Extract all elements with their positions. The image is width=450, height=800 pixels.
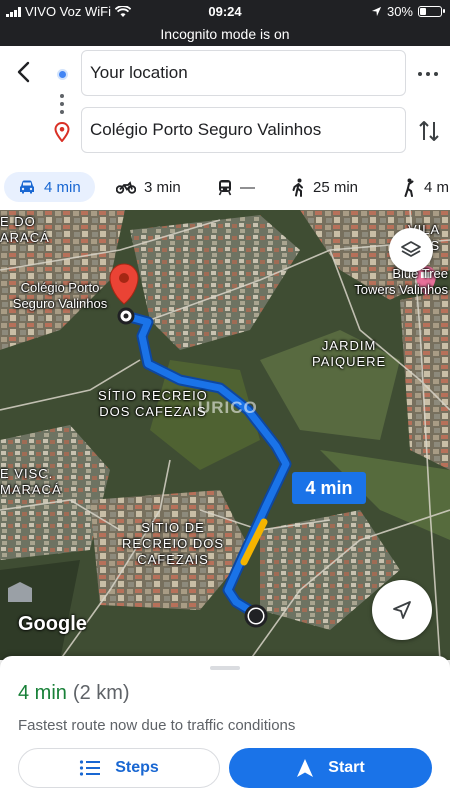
mode-walk-tab[interactable]: 25 min [291, 172, 358, 202]
route-summary: 4 min (2 km) [18, 682, 130, 705]
directions-header: Your location Colégio Porto Seguro Valin… [0, 46, 450, 164]
map-view[interactable]: E DO ARACÁ Colégio Porto Seguro Valinhos V… [0, 210, 450, 660]
map-label-sitio-recreio-1: SÍTIO RECREIO DOS CAFEZAIS [98, 388, 208, 419]
watermark: URICO [198, 398, 258, 417]
map-label-jardim-paiquere: JARDIM PAIQUERE [312, 338, 387, 369]
location-arrow-icon [371, 6, 382, 17]
steps-button[interactable]: Steps [18, 748, 220, 788]
start-label: Start [328, 759, 365, 776]
mode-motorcycle-tab[interactable]: 3 min [116, 172, 181, 202]
route-note: Fastest route now due to traffic conditi… [18, 717, 296, 734]
travel-mode-tabs: 4 min 3 min — 25 min 4 m [0, 164, 450, 210]
map-label-ede-do-aracaju: E DO ARACÁ [0, 214, 50, 245]
car-icon [20, 180, 34, 194]
map-label-blue-tree: Blue Tree Towers Valinhos [354, 266, 448, 297]
navigation-start-icon [297, 759, 314, 777]
google-logo: Google [18, 613, 87, 635]
route-dots-icon [60, 94, 64, 114]
status-bar: VIVO Voz WiFi 09:24 30% [0, 0, 450, 22]
start-button[interactable]: Start [229, 748, 432, 788]
layers-button[interactable] [389, 228, 433, 272]
mode-transit-tab[interactable]: — [218, 172, 255, 202]
steps-label: Steps [115, 759, 159, 776]
motorcycle-icon [116, 181, 136, 194]
origin-field[interactable]: Your location [81, 50, 406, 96]
swap-icon[interactable] [417, 118, 441, 144]
more-icon[interactable] [418, 66, 438, 82]
mode-drive-label: 4 min [44, 178, 81, 196]
route-duration-badge[interactable]: 4 min [292, 472, 366, 504]
route-distance: (2 km) [72, 682, 130, 704]
sheet-handle[interactable] [210, 666, 240, 670]
recenter-button[interactable] [372, 580, 432, 640]
destination-pin-icon [54, 122, 70, 142]
map-label-e-visc: E VISC. MARACÁ [0, 466, 62, 497]
battery-percent: 30% [386, 4, 413, 19]
back-arrow-icon[interactable] [12, 60, 36, 84]
route-summary-sheet: 4 min (2 km) Fastest route now due to tra… [0, 656, 450, 800]
mode-walk-label: 25 min [313, 178, 359, 196]
train-icon [218, 179, 232, 195]
map-label-sitio-recreio-2: SÍTIO DE RECREIO DOS CAFEZAIS [122, 520, 225, 567]
mode-transit-label: — [240, 178, 255, 196]
ride-hailing-icon [404, 178, 414, 197]
navigation-arrow-icon [393, 601, 411, 619]
mode-drive-tab[interactable]: 4 min [4, 172, 95, 202]
origin-dot-icon [57, 69, 68, 80]
mode-ride-tab[interactable]: 4 m [402, 172, 449, 202]
destination-field[interactable]: Colégio Porto Seguro Valinhos [81, 107, 406, 153]
list-icon [80, 760, 101, 776]
mode-motorcycle-label: 3 min [144, 178, 181, 196]
incognito-banner: Incognito mode is on [0, 22, 450, 46]
map-label-destination: Colégio Porto Seguro Valinhos [12, 280, 108, 311]
layers-icon [401, 241, 421, 257]
walking-icon [292, 178, 303, 197]
battery-icon [418, 6, 445, 17]
route-duration: 4 min [18, 682, 67, 704]
mode-ride-label: 4 m [424, 178, 450, 196]
